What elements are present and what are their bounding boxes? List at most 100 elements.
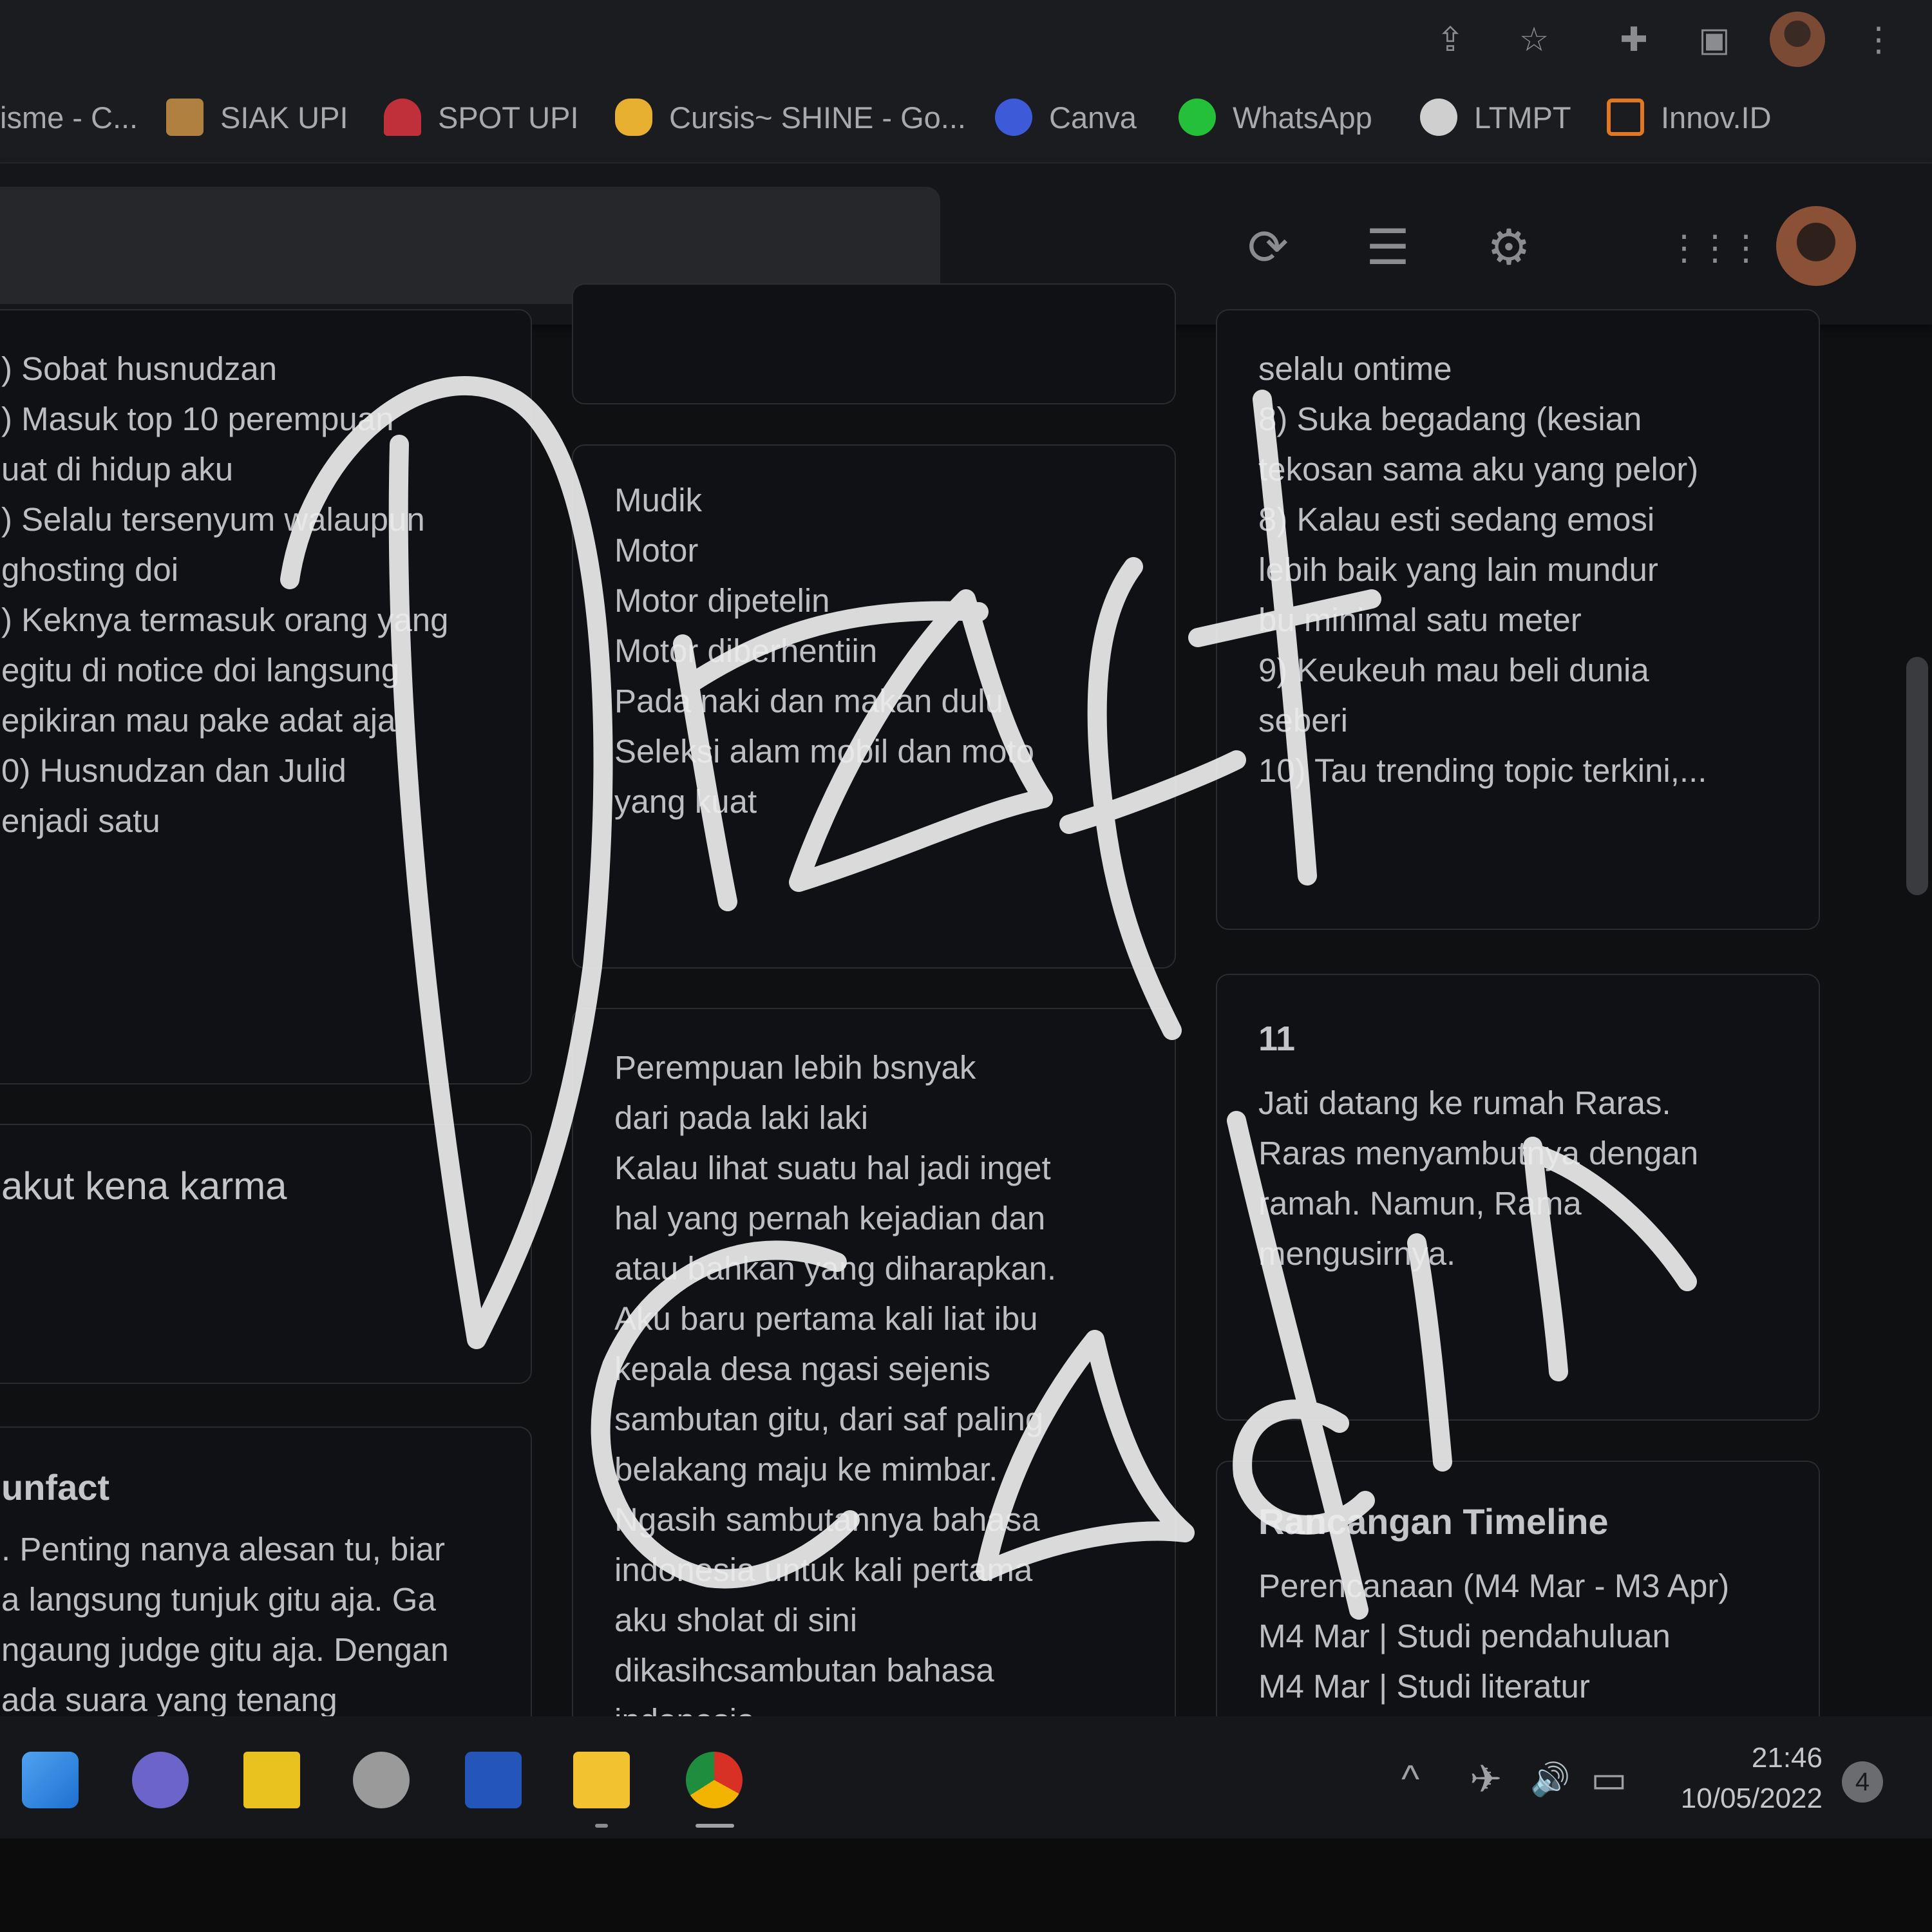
note-line: mengusirnya. <box>1258 1235 1456 1272</box>
note-line: ngaung judge gitu aja. Dengan <box>1 1631 449 1668</box>
note-line: ghosting doi <box>1 551 179 588</box>
side-panel-icon[interactable]: ▣ <box>1694 19 1735 61</box>
note-line: ramah. Namun, Rama <box>1258 1185 1582 1222</box>
bookmark-label: SPOT UPI <box>438 100 579 135</box>
note-line: M4 Mar | Studi pendahuluan <box>1258 1618 1671 1654</box>
chrome-icon[interactable] <box>686 1752 743 1808</box>
note-line: dari pada laki laki <box>614 1099 869 1136</box>
bookmark-label: Canva <box>1049 100 1137 135</box>
note-line: 8) Suka begadang (kesian <box>1258 401 1642 437</box>
bookmark-siak-upi[interactable]: SIAK UPI <box>166 97 348 138</box>
bookmark-label: Innov.ID <box>1661 100 1772 135</box>
note-line: Motor diberhentiin <box>614 632 878 669</box>
note-line: 10) Tau trending topic terkini,... <box>1258 752 1707 789</box>
apps-grid-icon[interactable]: ⋮⋮⋮ <box>1667 219 1763 277</box>
note-line: dikasihcsambutan bahasa <box>614 1652 994 1689</box>
note-card[interactable]: Mudik Motor Motor dipetelin Motor diberh… <box>572 444 1176 969</box>
scrollbar-thumb[interactable] <box>1906 657 1928 895</box>
note-line: epikiran mau pake adat aja <box>1 702 396 739</box>
teams-icon[interactable] <box>132 1752 189 1808</box>
refresh-icon[interactable]: ⟳ <box>1239 219 1297 277</box>
note-card[interactable]: selalu ontime 8) Suka begadang (kesian t… <box>1216 309 1820 930</box>
clock-time[interactable]: 21:46 <box>1629 1742 1823 1774</box>
note-title: 11 <box>1258 1019 1296 1058</box>
sticky-notes-icon[interactable] <box>243 1752 300 1808</box>
bookmark-cursis[interactable]: Cursis~ SHINE - Go... <box>615 97 966 138</box>
bookmark-label: LTMPT <box>1474 100 1571 135</box>
note-card[interactable]: unfact . Penting nanya alesan tu, biar a… <box>0 1426 532 1751</box>
note-line: Kalau lihat suatu hal jadi inget <box>614 1150 1051 1186</box>
extensions-icon[interactable]: ✚ <box>1613 19 1654 61</box>
note-line: aku sholat di sini <box>614 1602 858 1638</box>
volume-icon[interactable]: 🔊 <box>1530 1757 1570 1802</box>
note-card[interactable]: ) Sobat husnudzan ) Masuk top 10 perempu… <box>0 309 532 1084</box>
note-title: Rancangan Timeline <box>1258 1501 1609 1542</box>
note-body: Perencanaan (M4 Mar - M3 Apr) M4 Mar | S… <box>1258 1561 1729 1712</box>
note-body: . Penting nanya alesan tu, biar a langsu… <box>1 1524 449 1725</box>
note-line: Mudik <box>614 482 703 518</box>
windows-start-icon[interactable] <box>22 1752 79 1808</box>
innovid-favicon-icon <box>1607 99 1644 136</box>
note-title: akut kena karma <box>1 1164 287 1208</box>
note-line: belakang maju ke mimbar. <box>614 1451 998 1488</box>
note-line: Motor dipetelin <box>614 582 830 619</box>
note-card[interactable]: Rancangan Timeline Perencanaan (M4 Mar -… <box>1216 1461 1820 1753</box>
clock-date[interactable]: 10/05/2022 <box>1629 1783 1823 1815</box>
clock-icon[interactable] <box>353 1752 410 1808</box>
tray-overflow-icon[interactable]: ^ <box>1401 1757 1419 1802</box>
active-indicator <box>696 1824 734 1828</box>
bookmark-isme[interactable]: isme - C... <box>0 97 138 138</box>
note-line: egitu di notice doi langsung <box>1 652 400 688</box>
browser-profile-avatar[interactable] <box>1770 12 1825 67</box>
bookmark-canva[interactable]: Canva <box>995 97 1137 138</box>
bookmark-whatsapp[interactable]: WhatsApp <box>1179 97 1372 138</box>
notification-badge[interactable]: 4 <box>1842 1761 1883 1803</box>
note-line: Aku baru pertama kali liat ibu <box>614 1300 1038 1337</box>
cursis-favicon-icon <box>615 99 652 136</box>
note-title: unfact <box>1 1467 109 1508</box>
note-line: 0) Husnudzan dan Julid <box>1 752 346 789</box>
note-line: Pada naki dan makan dulu <box>614 683 1003 719</box>
bookmark-label: Cursis~ SHINE - Go... <box>669 100 966 135</box>
bookmark-label: isme - C... <box>0 100 138 135</box>
note-body: Perempuan lebih bsnyak dari pada laki la… <box>614 1043 1056 1746</box>
share-icon[interactable]: ⇪ <box>1430 19 1471 61</box>
note-line: lebih baik yang lain mundur <box>1258 551 1658 588</box>
note-line: Motor <box>614 532 699 569</box>
bookmark-star-icon[interactable]: ☆ <box>1513 19 1555 61</box>
bookmark-spot-upi[interactable]: SPOT UPI <box>384 97 579 138</box>
note-card[interactable]: akut kena karma <box>0 1124 532 1384</box>
running-indicator <box>595 1824 608 1828</box>
note-line: sambutan gitu, dari saf paling <box>614 1401 1044 1437</box>
file-explorer-icon[interactable] <box>573 1752 630 1808</box>
bookmark-ltmpt[interactable]: LTMPT <box>1420 97 1571 138</box>
note-card[interactable]: 11 Jati datang ke rumah Raras. Raras men… <box>1216 974 1820 1421</box>
list-view-icon[interactable]: ☰ <box>1359 219 1417 277</box>
note-line: Raras menyambutnya dengan <box>1258 1135 1699 1171</box>
note-line: Jati datang ke rumah Raras. <box>1258 1084 1671 1121</box>
word-icon[interactable] <box>465 1752 522 1808</box>
note-line: yang kuat <box>614 783 757 820</box>
note-line: ) Keknya termasuk orang yang <box>1 601 449 638</box>
settings-gear-icon[interactable]: ⚙ <box>1480 219 1538 277</box>
note-line: bu minimal satu meter <box>1258 601 1582 638</box>
siak-upi-favicon-icon <box>166 99 204 136</box>
account-avatar[interactable] <box>1776 206 1856 286</box>
bookmark-label: WhatsApp <box>1233 100 1372 135</box>
battery-icon[interactable]: ▭ <box>1591 1757 1627 1802</box>
note-card[interactable] <box>572 283 1176 404</box>
bookmark-label: SIAK UPI <box>220 100 348 135</box>
note-line: ) Selalu tersenyum walaupun <box>1 501 425 538</box>
note-line: 9) Keukeuh mau beli dunia <box>1258 652 1649 688</box>
bookmark-innovid[interactable]: Innov.ID <box>1607 97 1772 138</box>
browser-menu-icon[interactable]: ⋮ <box>1858 19 1899 61</box>
note-line: kepala desa ngasi sejenis <box>614 1350 991 1387</box>
canva-favicon-icon <box>995 99 1032 136</box>
airplane-mode-icon[interactable]: ✈ <box>1470 1757 1502 1802</box>
note-card[interactable]: Perempuan lebih bsnyak dari pada laki la… <box>572 1008 1176 1751</box>
note-line: uat di hidup aku <box>1 451 234 488</box>
note-line: enjadi satu <box>1 802 160 839</box>
note-body: Jati datang ke rumah Raras. Raras menyam… <box>1258 1078 1698 1279</box>
note-line: atau bahkan yang diharapkan. <box>614 1250 1057 1287</box>
whatsapp-favicon-icon <box>1179 99 1216 136</box>
